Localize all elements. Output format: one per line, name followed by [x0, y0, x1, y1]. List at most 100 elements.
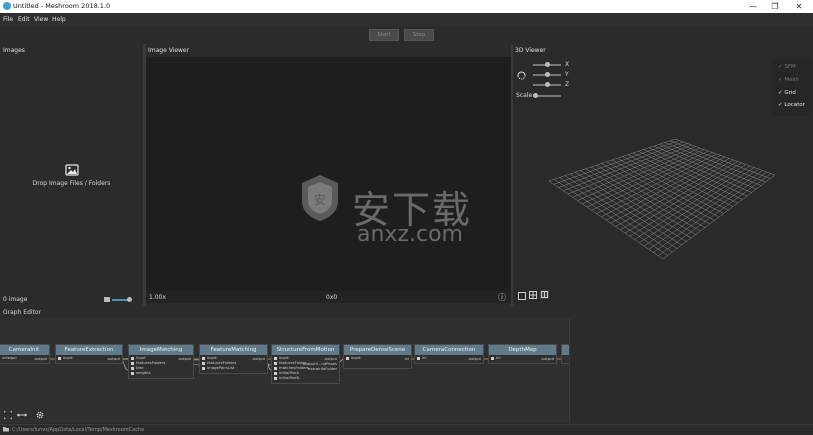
stop-button[interactable]: Stop [404, 29, 434, 41]
thumbnail-size-icon [104, 297, 110, 302]
node-output: output [178, 356, 191, 361]
node-output: extraInfoFolder [308, 366, 337, 371]
image-gallery-icon [65, 164, 79, 176]
cache-path: C:/Users/lunvs/AppData/Local/Temp/Meshro… [12, 427, 145, 433]
orbit-icon[interactable] [517, 71, 526, 80]
node-feature-matching[interactable]: FeatureMatching input featuresFolders im… [199, 344, 268, 374]
images-panel-title: Images [3, 47, 25, 54]
info-icon[interactable]: ⓘ [498, 292, 506, 303]
overlay-grid-label: Grid [784, 90, 796, 96]
watermark-url: anxz.com [357, 222, 463, 247]
node-image-matching[interactable]: ImageMatching input featuresFolders tree… [128, 344, 194, 379]
node-input: imagePairsList [200, 365, 267, 370]
images-panel[interactable]: Drop Image Files / Folders 0 image [0, 55, 143, 305]
checkmark-icon: ✓ [778, 102, 783, 108]
overlay-sfm-toggle[interactable]: ✓ SFM [778, 64, 796, 70]
scale-knob[interactable] [533, 93, 538, 98]
grid-line [638, 151, 743, 200]
checkmark-icon: ✓ [778, 90, 783, 96]
node-output: output [468, 356, 481, 361]
node-attributes-panel [570, 318, 813, 423]
grid-line [658, 173, 771, 256]
close-button[interactable]: ✕ [787, 0, 811, 13]
maximize-button[interactable]: ❐ [763, 0, 787, 13]
menu-file[interactable]: File [3, 16, 13, 23]
grid-line [620, 161, 738, 230]
menu-edit[interactable]: Edit [18, 16, 30, 23]
node-input: input [344, 355, 411, 360]
scale-label: Scale [516, 92, 533, 99]
node-feature-extraction[interactable]: FeatureExtraction input output [55, 344, 123, 364]
svg-text:安: 安 [314, 192, 326, 207]
node-output: output [541, 356, 554, 361]
start-button[interactable]: Start [369, 29, 399, 41]
title-bar: Untitled - Meshroom 2018.1.0 — ❐ ✕ [0, 0, 813, 13]
overlay-mesh-toggle[interactable]: ✓ Mesh [778, 77, 799, 83]
viewer3d-title: 3D Viewer [515, 47, 546, 54]
node-camera-connection[interactable]: CameraConnection ini output [414, 344, 484, 364]
node-title: FeatureMatching [200, 345, 267, 355]
grid-line [664, 142, 766, 183]
graph-editor-header: Graph Editor [0, 306, 813, 318]
node-input: weights [129, 370, 193, 375]
image-viewer-footer: 1.00x 0x0 ⓘ [146, 291, 511, 303]
thumbnail-size-knob[interactable] [127, 297, 132, 302]
node-input: initialPairB [272, 375, 339, 380]
grid-line [662, 174, 776, 260]
node-depth-map[interactable]: DepthMap ini output [488, 344, 557, 364]
fit-view-icon[interactable] [3, 410, 13, 420]
grid-line [610, 158, 730, 224]
view-mode-grid-button[interactable] [529, 291, 537, 299]
grid-line [648, 147, 752, 193]
overlay-locator-toggle[interactable]: ✓ Locator [778, 102, 805, 108]
overlay-locator-label: Locator [784, 102, 805, 108]
image-viewer-title: Image Viewer [148, 47, 190, 54]
overlay-sfm-label: SFM [784, 64, 796, 70]
checkmark-icon: ✓ [778, 77, 783, 83]
node-output: output [252, 356, 265, 361]
layout-icon[interactable] [17, 411, 27, 419]
node-structure-from-motion[interactable]: StructureFromMotion input featuresFolder… [271, 344, 340, 384]
grid-line [674, 138, 776, 176]
grid-line [627, 154, 734, 207]
view-mode-single-button[interactable] [518, 292, 526, 300]
node-output: output [107, 356, 120, 361]
overlay-visibility-list: ✓ SFM ✓ Mesh ✓ Grid ✓ Locator [772, 60, 810, 116]
menu-view[interactable]: View [34, 16, 48, 23]
viewer-3d[interactable]: X Y Z Scale [513, 57, 813, 303]
grid-line [624, 162, 742, 234]
x-axis-knob[interactable] [545, 62, 550, 67]
grid-line [653, 171, 767, 253]
node-title: CameraInit [0, 345, 49, 355]
folder-icon [3, 426, 9, 432]
node-title: StructureFromMotion [272, 345, 339, 355]
overlay-grid-toggle[interactable]: ✓ Grid [778, 90, 796, 96]
checkmark-icon: ✓ [778, 64, 783, 70]
z-axis-knob[interactable] [545, 82, 550, 87]
node-title: PrepareDenseScene [344, 345, 411, 355]
node-title: DepthMap [489, 345, 556, 355]
image-count: 0 image [3, 296, 28, 303]
node-title: CameraConnection [415, 345, 483, 355]
graph-canvas[interactable]: CameraInit viewpoi output FeatureExtract… [0, 318, 570, 423]
grid-line [615, 159, 734, 227]
meshroom-app-icon [3, 2, 11, 10]
node-output: ini [404, 356, 409, 361]
node-prepare-dense-scene[interactable]: PrepareDenseScene input ini [343, 344, 412, 369]
menu-help[interactable]: Help [52, 16, 66, 23]
node-title: ImageMatching [129, 345, 193, 355]
grid-line [643, 149, 748, 197]
image-viewer[interactable]: 安 安下载 anxz.com [146, 57, 511, 291]
window-title: Untitled - Meshroom 2018.1.0 [13, 2, 111, 10]
node-camera-init[interactable]: CameraInit viewpoi output [0, 344, 50, 364]
x-axis-label: X [565, 61, 570, 68]
view-mode-textured-button[interactable] [540, 290, 549, 299]
drop-images-hint: Drop Image Files / Folders [32, 180, 111, 187]
image-resolution: 0x0 [326, 294, 338, 301]
minimize-button[interactable]: — [741, 0, 765, 13]
graph-splitter[interactable] [569, 318, 570, 423]
grid-floor [548, 138, 776, 260]
settings-gear-icon[interactable] [36, 411, 44, 419]
y-axis-knob[interactable] [545, 72, 550, 77]
status-bar: C:/Users/lunvs/AppData/Local/Temp/Meshro… [0, 424, 813, 435]
